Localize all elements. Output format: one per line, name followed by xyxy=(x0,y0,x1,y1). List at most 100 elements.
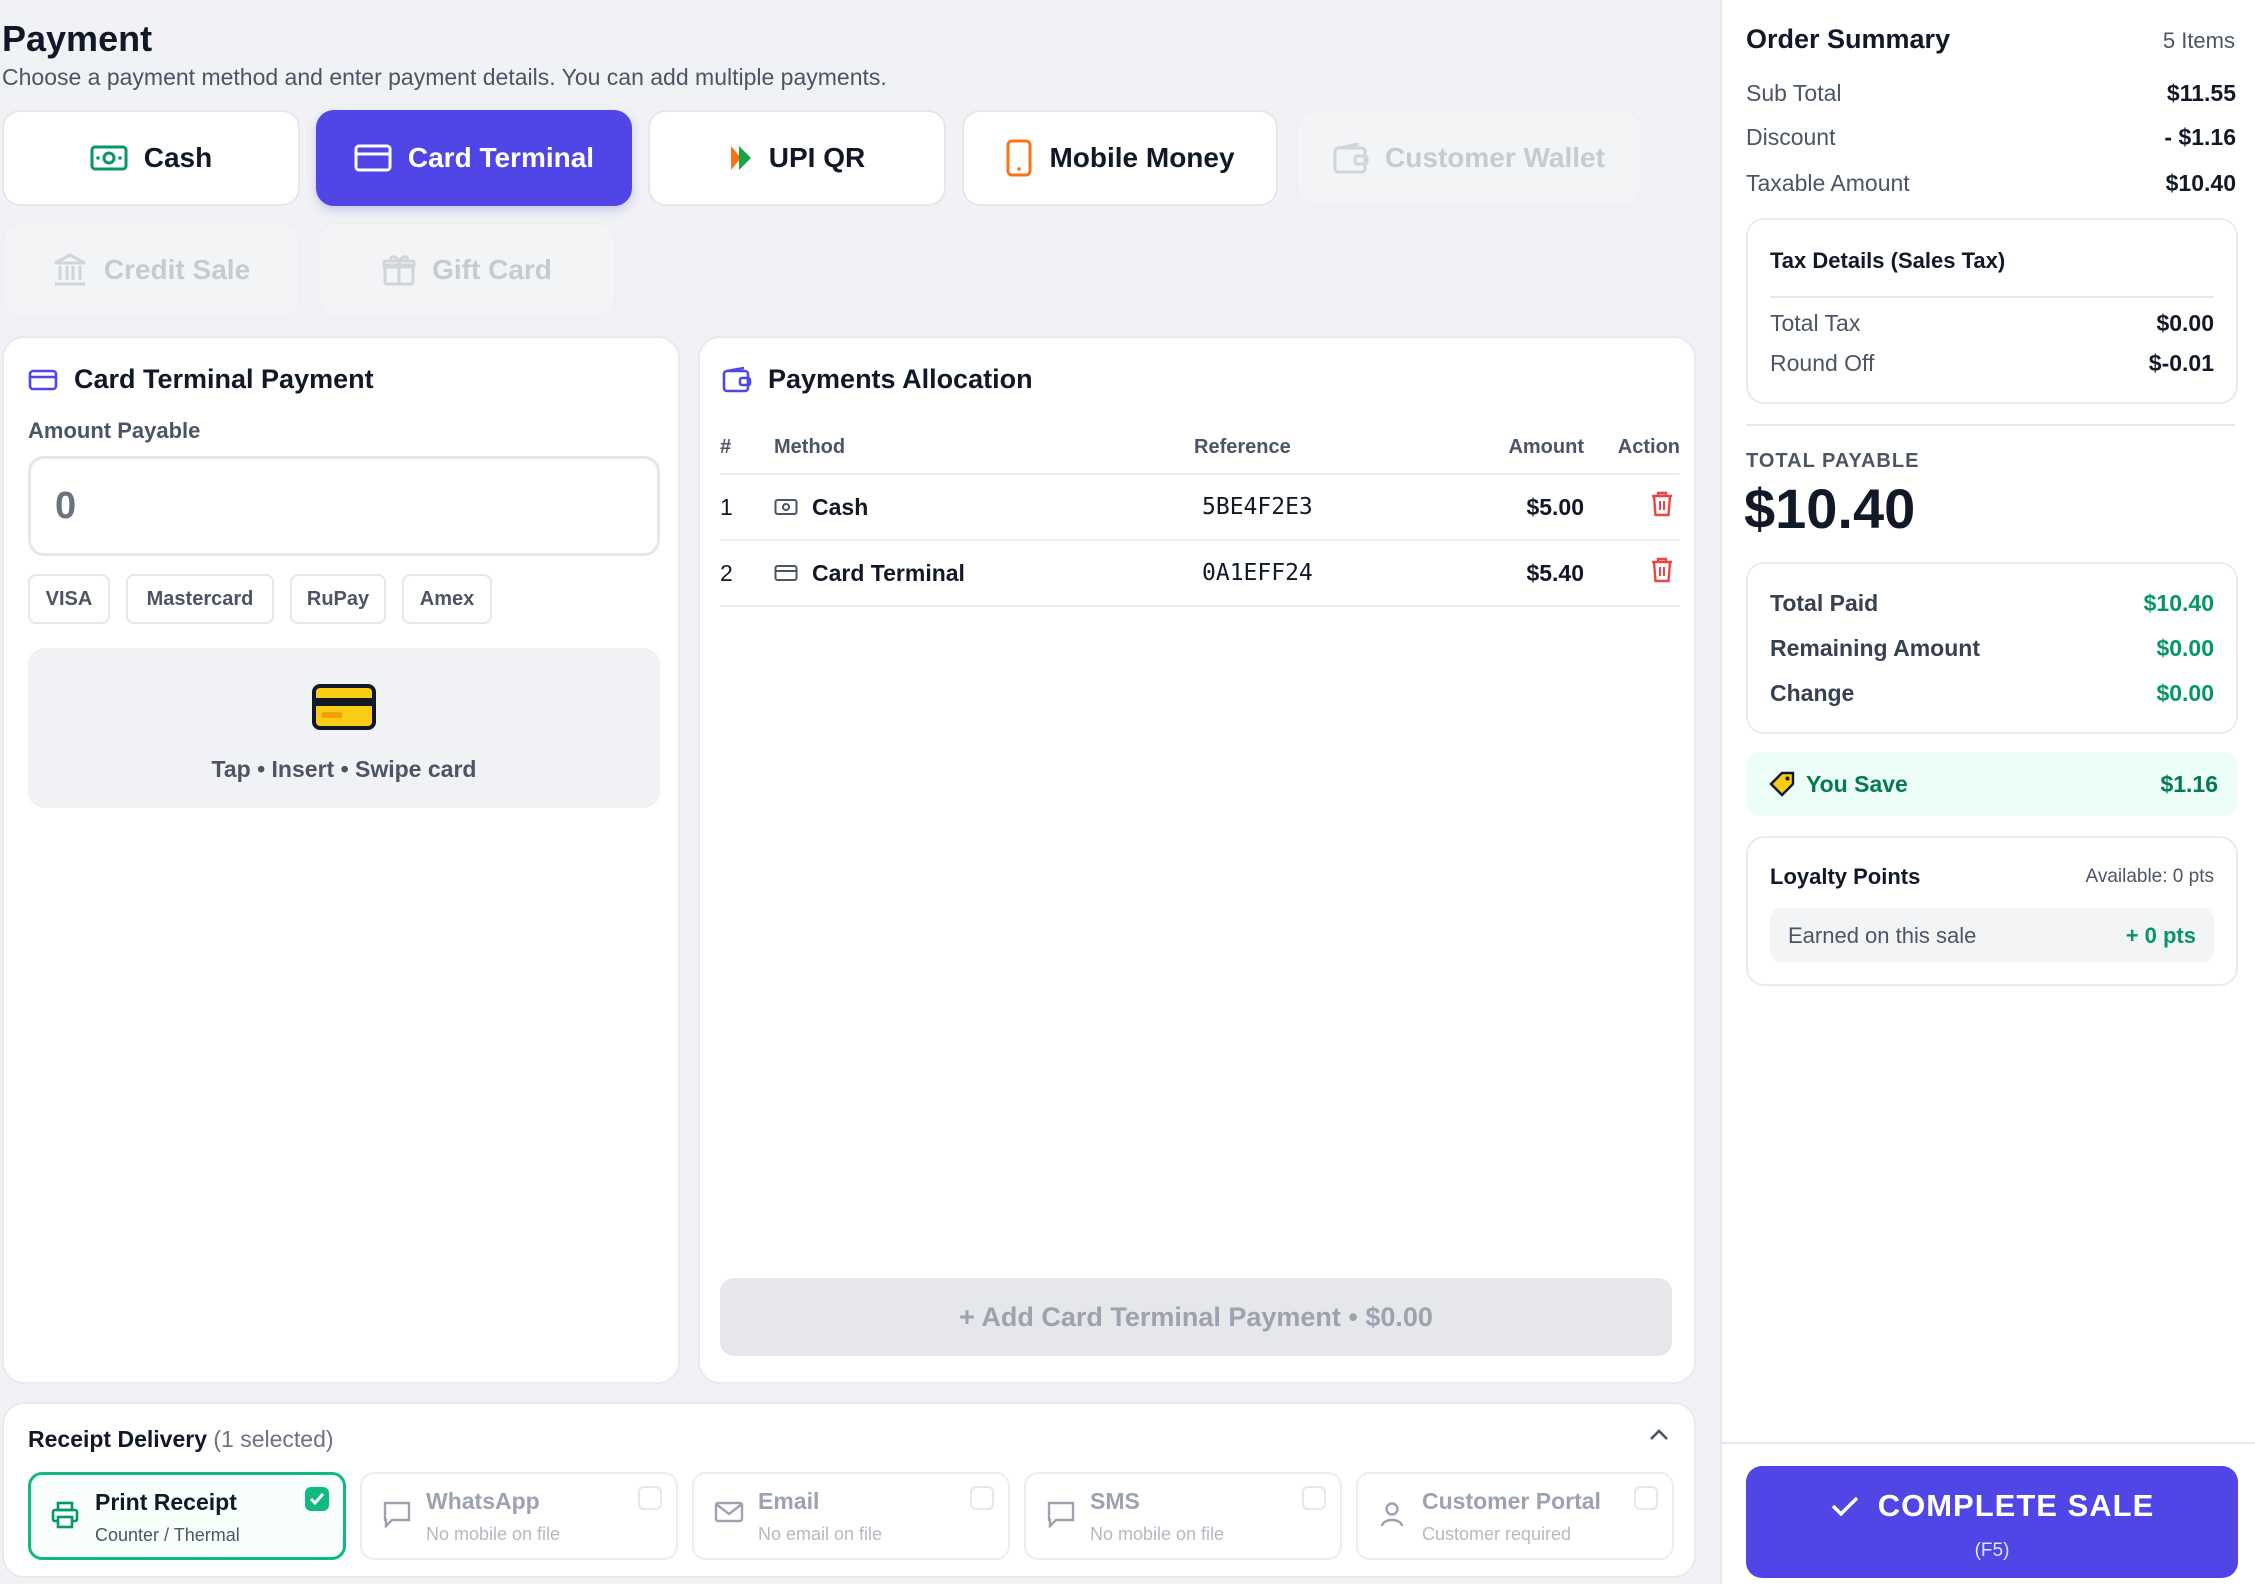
col-amount: Amount xyxy=(1454,422,1584,475)
method-label: UPI QR xyxy=(768,142,866,173)
amount-payable-label: Amount Payable xyxy=(28,418,201,443)
receipt-option-email[interactable]: Email No email on file xyxy=(692,1472,1010,1560)
receipt-option-sms[interactable]: SMS No mobile on file xyxy=(1024,1472,1342,1560)
payment-status-box: Total Paid $10.40 Remaining Amount $0.00… xyxy=(1746,562,2238,734)
checkbox[interactable] xyxy=(1634,1486,1658,1510)
method-customer-wallet-button[interactable]: Customer Wallet xyxy=(1296,110,1642,206)
table-header: # Method Reference Amount Action xyxy=(720,422,1680,475)
table-row: 1 Cash 5BE4F2E3 $5.00 xyxy=(720,474,1680,541)
receipt-option-print[interactable]: Print Receipt Counter / Thermal xyxy=(28,1472,346,1560)
tax-details-box: Tax Details (Sales Tax) Total Tax $0.00 … xyxy=(1746,218,2238,404)
payment-methods: Cash Card Terminal UPI QR Mobile Money C… xyxy=(2,110,1702,320)
card-icon xyxy=(774,565,798,581)
network-chip-visa: VISA xyxy=(28,574,110,624)
cash-icon xyxy=(90,145,128,171)
loyalty-available: Available: 0 pts xyxy=(2085,866,2214,887)
method-label: Mobile Money xyxy=(1049,142,1235,173)
discount-row: Discount - $1.16 xyxy=(1746,124,2236,150)
change-row: Change $0.00 xyxy=(1770,680,2214,706)
chat-icon xyxy=(383,1501,411,1528)
method-label: Gift Card xyxy=(432,254,552,285)
payment-main: Payment Choose a payment method and ente… xyxy=(0,0,1720,1584)
page-subtitle: Choose a payment method and enter paymen… xyxy=(2,64,887,90)
wallet-icon xyxy=(722,366,752,392)
page-title: Payment xyxy=(2,18,153,59)
cash-icon xyxy=(774,499,798,515)
col-reference: Reference xyxy=(1194,422,1454,475)
round-off-row: Round Off $-0.01 xyxy=(1770,350,2214,376)
network-chip-mastercard: Mastercard xyxy=(126,574,274,624)
method-label: Customer Wallet xyxy=(1385,142,1605,173)
you-save-banner: You Save $1.16 xyxy=(1746,752,2238,816)
order-summary-title: Order Summary xyxy=(1746,24,1951,54)
tag-icon xyxy=(1769,771,1795,797)
checkbox[interactable] xyxy=(1302,1486,1326,1510)
total-tax-row: Total Tax $0.00 xyxy=(1770,310,2214,336)
payments-allocation-panel: Payments Allocation # Method Reference A… xyxy=(698,336,1696,1384)
bank-icon xyxy=(54,253,86,286)
col-num: # xyxy=(720,422,774,475)
loyalty-earned-row: Earned on this sale + 0 pts xyxy=(1770,908,2214,962)
complete-sale-button[interactable]: COMPLETE SALE (F5) xyxy=(1746,1466,2238,1578)
allocation-title: Payments Allocation xyxy=(722,364,1033,395)
checkbox[interactable] xyxy=(970,1486,994,1510)
wallet-icon xyxy=(1333,142,1369,174)
loyalty-title: Loyalty Points xyxy=(1770,864,1921,889)
receipt-option-customer-portal[interactable]: Customer Portal Customer required xyxy=(1356,1472,1674,1560)
order-summary-sidebar: Order Summary 5 Items Sub Total $11.55 D… xyxy=(1720,0,2255,1584)
loyalty-box: Loyalty Points Available: 0 pts Earned o… xyxy=(1746,836,2238,986)
mobile-icon xyxy=(1006,139,1032,177)
amount-payable-input[interactable]: 0 xyxy=(28,456,660,556)
total-payable-value: $10.40 xyxy=(1744,477,1916,540)
col-method: Method xyxy=(774,422,1194,475)
receipt-delivery-title: Receipt Delivery (1 selected) xyxy=(28,1426,334,1452)
receipt-option-whatsapp[interactable]: WhatsApp No mobile on file xyxy=(360,1472,678,1560)
sub-total-row: Sub Total $11.55 xyxy=(1746,80,2236,106)
total-payable-label: TOTAL PAYABLE xyxy=(1746,450,1920,472)
method-credit-sale-button[interactable]: Credit Sale xyxy=(2,222,300,318)
items-count: 5 Items xyxy=(2162,28,2235,53)
upi-icon xyxy=(730,146,751,170)
method-card-terminal-button[interactable]: Card Terminal xyxy=(316,110,632,206)
table-row: 2 Card Terminal 0A1EFF24 $5.40 xyxy=(720,540,1680,607)
col-action: Action xyxy=(1584,422,1680,475)
tax-details-title: Tax Details (Sales Tax) xyxy=(1770,248,2006,273)
card-terminal-panel: Card Terminal Payment Amount Payable 0 V… xyxy=(2,336,680,1384)
complete-sale-shortcut: (F5) xyxy=(1974,1540,2010,1561)
divider xyxy=(1770,296,2214,298)
add-payment-button[interactable]: + Add Card Terminal Payment • $0.00 xyxy=(720,1278,1672,1356)
card-icon xyxy=(354,144,392,172)
method-label: Card Terminal xyxy=(407,142,595,173)
checkbox[interactable] xyxy=(305,1487,329,1511)
user-icon xyxy=(1380,1502,1404,1527)
method-mobile-money-button[interactable]: Mobile Money xyxy=(962,110,1278,206)
method-upi-button[interactable]: UPI QR xyxy=(648,110,946,206)
method-label: Cash xyxy=(143,142,213,173)
allocation-table: # Method Reference Amount Action 1 Cash … xyxy=(720,422,1680,607)
delete-icon[interactable] xyxy=(1650,490,1674,518)
gift-icon xyxy=(382,255,416,286)
card-icon xyxy=(28,369,58,390)
message-icon xyxy=(1047,1501,1075,1528)
card-reader-area: Tap • Insert • Swipe card xyxy=(28,648,660,808)
method-gift-card-button[interactable]: Gift Card xyxy=(318,222,616,318)
mail-icon xyxy=(714,1501,744,1523)
total-paid-row: Total Paid $10.40 xyxy=(1770,590,2214,616)
network-chip-rupay: RuPay xyxy=(290,574,386,624)
chevron-up-icon[interactable] xyxy=(1648,1428,1670,1442)
printer-icon xyxy=(51,1501,79,1529)
receipt-delivery-panel: Receipt Delivery (1 selected) Print Rece… xyxy=(2,1402,1696,1578)
card-terminal-title: Card Terminal Payment xyxy=(28,364,374,395)
remaining-row: Remaining Amount $0.00 xyxy=(1770,635,2214,661)
checkbox[interactable] xyxy=(638,1486,662,1510)
card-reader-icon xyxy=(312,684,376,730)
check-icon xyxy=(1831,1496,1858,1517)
method-cash-button[interactable]: Cash xyxy=(2,110,300,206)
tap-instructions: Tap • Insert • Swipe card xyxy=(211,756,477,782)
taxable-row: Taxable Amount $10.40 xyxy=(1746,170,2236,196)
divider xyxy=(1722,1442,2255,1444)
delete-icon[interactable] xyxy=(1650,556,1674,584)
method-label: Credit Sale xyxy=(103,254,251,285)
check-icon xyxy=(309,1493,325,1506)
divider xyxy=(1746,424,2235,426)
